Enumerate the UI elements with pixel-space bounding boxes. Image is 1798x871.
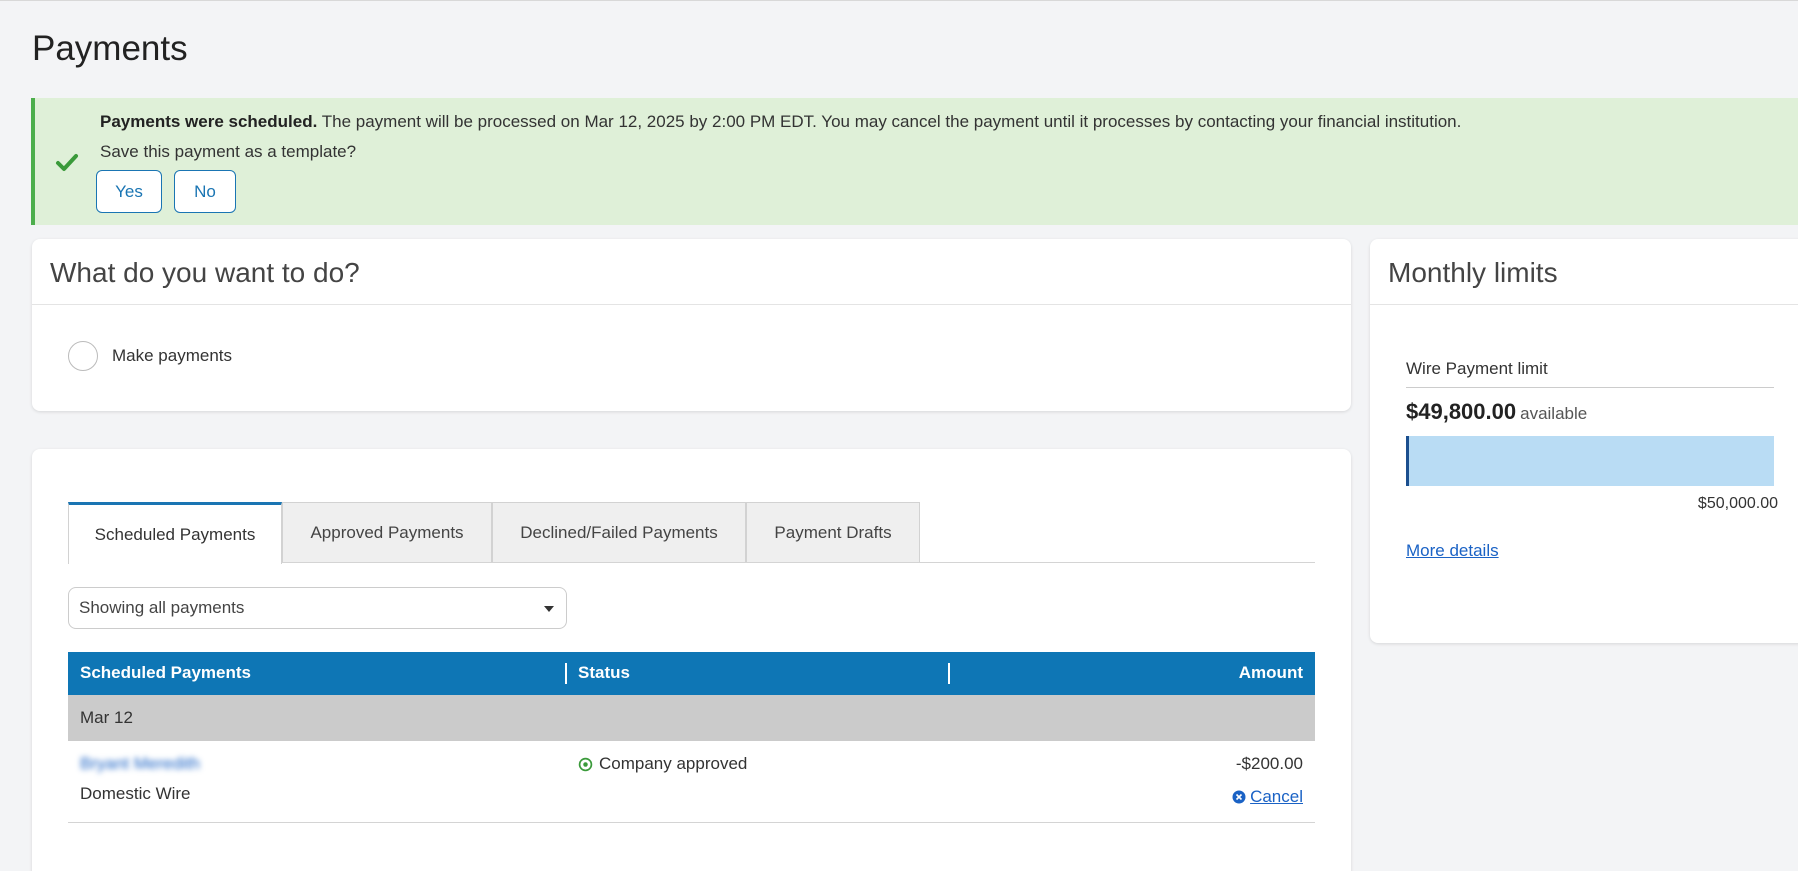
monthly-limits-title: Monthly limits — [1370, 239, 1798, 305]
cancel-payment-link[interactable]: Cancel — [1232, 787, 1303, 807]
circle-check-icon — [578, 757, 593, 771]
make-payments-radio[interactable] — [68, 341, 98, 371]
page-title: Payments — [32, 29, 188, 68]
payment-amount: -$200.00 — [1235, 754, 1303, 773]
payment-tabs: Scheduled Payments Approved Payments Dec… — [68, 502, 1315, 564]
caret-down-icon — [544, 606, 554, 612]
tab-scheduled-payments[interactable]: Scheduled Payments — [68, 502, 282, 564]
table-row: Bryant Meredith Domestic Wire Company ap… — [68, 741, 1315, 823]
column-header-status[interactable]: Status — [578, 663, 630, 683]
what-to-do-title: What do you want to do? — [32, 239, 1351, 305]
banner-title: Payments were scheduled. — [100, 112, 318, 131]
success-banner: Payments were scheduled. The payment wil… — [31, 98, 1798, 225]
wire-limit-label: Wire Payment limit — [1406, 359, 1774, 388]
cancel-label[interactable]: Cancel — [1250, 787, 1303, 807]
what-to-do-card: What do you want to do? Make payments — [32, 239, 1351, 411]
banner-text: The payment will be processed on Mar 12,… — [317, 112, 1462, 131]
template-question: Save this payment as a template? — [100, 142, 357, 161]
make-payments-option[interactable]: Make payments — [68, 341, 232, 371]
tab-declined-failed-payments[interactable]: Declined/Failed Payments — [492, 502, 746, 562]
available-amount: $49,800.00 available — [1406, 399, 1587, 425]
yes-button[interactable]: Yes — [96, 170, 162, 213]
tab-approved-payments[interactable]: Approved Payments — [282, 502, 492, 562]
more-details-link[interactable]: More details — [1406, 541, 1499, 561]
payee-link[interactable]: Bryant Meredith — [80, 754, 200, 774]
available-suffix: available — [1520, 404, 1588, 423]
payments-table: Scheduled Payments Status Amount Mar 12 … — [68, 652, 1315, 823]
status-label: Company approved — [599, 754, 748, 773]
banner-message: Payments were scheduled. The payment wil… — [100, 112, 1461, 132]
column-divider[interactable] — [565, 663, 567, 684]
payment-status: Company approved — [578, 754, 747, 774]
circle-x-icon — [1232, 790, 1246, 804]
limit-usage-bar — [1406, 436, 1774, 486]
no-button[interactable]: No — [174, 170, 236, 213]
tab-payment-drafts[interactable]: Payment Drafts — [746, 502, 920, 562]
column-header-scheduled-payments[interactable]: Scheduled Payments — [80, 663, 251, 683]
table-header: Scheduled Payments Status Amount — [68, 652, 1315, 695]
payment-type: Domestic Wire — [80, 784, 191, 803]
payments-card: Scheduled Payments Approved Payments Dec… — [32, 449, 1351, 871]
make-payments-label[interactable]: Make payments — [112, 346, 232, 366]
date-group-row: Mar 12 — [68, 695, 1315, 741]
column-header-amount[interactable]: Amount — [1239, 663, 1303, 683]
column-divider[interactable] — [948, 663, 950, 684]
available-value: $49,800.00 — [1406, 399, 1517, 424]
filter-value: Showing all payments — [79, 598, 245, 617]
limit-max-amount: $50,000.00 — [1697, 495, 1778, 512]
check-icon — [56, 154, 78, 171]
payment-filter-select[interactable]: Showing all payments — [68, 587, 567, 629]
monthly-limits-card: Monthly limits Wire Payment limit $49,80… — [1370, 239, 1798, 643]
